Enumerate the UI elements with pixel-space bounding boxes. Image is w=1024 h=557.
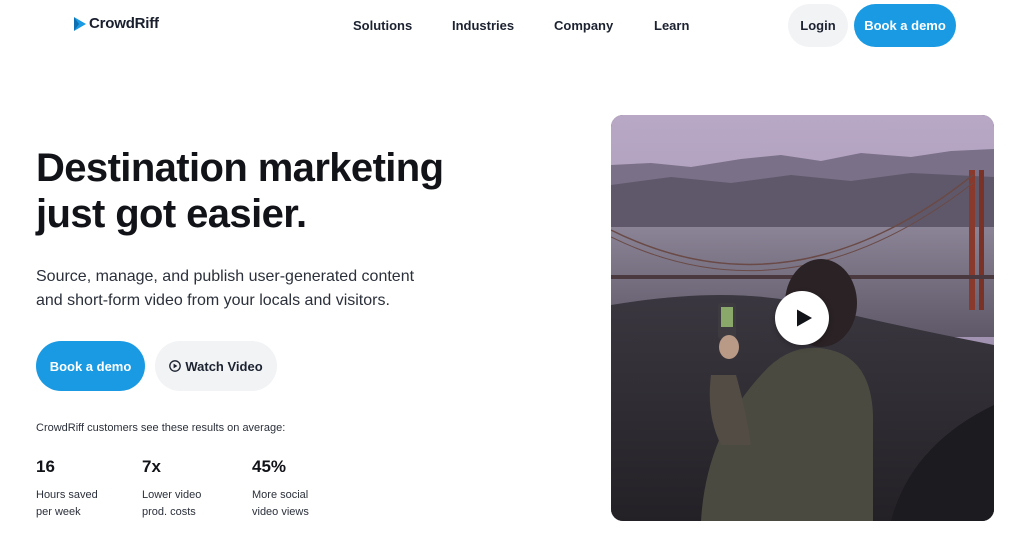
stat-label: More social video views xyxy=(252,487,309,521)
stat-label-line-2: per week xyxy=(36,506,81,518)
play-icon xyxy=(796,309,812,327)
stat-hours-saved: 16 Hours saved per week xyxy=(36,457,98,521)
login-button[interactable]: Login xyxy=(788,4,848,47)
stat-value: 7x xyxy=(142,457,161,476)
header-book-demo-button[interactable]: Book a demo xyxy=(854,4,956,47)
stat-label: Lower video prod. costs xyxy=(142,487,201,521)
page-title: Destination marketing just got easier. xyxy=(36,145,556,237)
stat-label-line-1: Lower video xyxy=(142,489,202,501)
nav-item-industries[interactable]: Industries xyxy=(452,18,514,33)
stat-label-line-1: Hours saved xyxy=(36,489,98,501)
watch-video-label: Watch Video xyxy=(185,358,263,374)
stat-label-line-2: prod. costs xyxy=(142,506,196,518)
nav-item-learn[interactable]: Learn xyxy=(654,18,689,33)
watch-video-button[interactable]: Watch Video xyxy=(155,341,277,391)
nav-item-solutions[interactable]: Solutions xyxy=(353,18,412,33)
hero-subtitle-line-2: and short-form video from your locals an… xyxy=(36,292,390,309)
nav-item-company[interactable]: Company xyxy=(554,18,613,33)
book-demo-button[interactable]: Book a demo xyxy=(36,341,145,391)
stat-label-line-2: video views xyxy=(252,506,309,518)
stat-value: 45% xyxy=(252,457,287,476)
stat-label-line-1: More social xyxy=(252,489,309,501)
hero-video[interactable] xyxy=(611,115,994,521)
stats-caption: CrowdRiff customers see these results on… xyxy=(36,422,286,434)
stat-video-views: 45% More social video views xyxy=(252,457,309,521)
page-title-line-1: Destination marketing xyxy=(36,146,444,190)
site-header: CrowdRiff Solutions Industries Company L… xyxy=(0,0,1024,52)
page-title-line-2: just got easier. xyxy=(36,192,307,236)
stat-video-costs: 7x Lower video prod. costs xyxy=(142,457,201,521)
hero-subtitle: Source, manage, and publish user-generat… xyxy=(36,265,456,313)
hero-subtitle-line-1: Source, manage, and publish user-generat… xyxy=(36,268,415,285)
stat-label: Hours saved per week xyxy=(36,487,98,521)
stat-value: 16 xyxy=(36,457,55,476)
video-play-button[interactable] xyxy=(775,291,829,345)
play-circle-icon xyxy=(169,360,182,372)
